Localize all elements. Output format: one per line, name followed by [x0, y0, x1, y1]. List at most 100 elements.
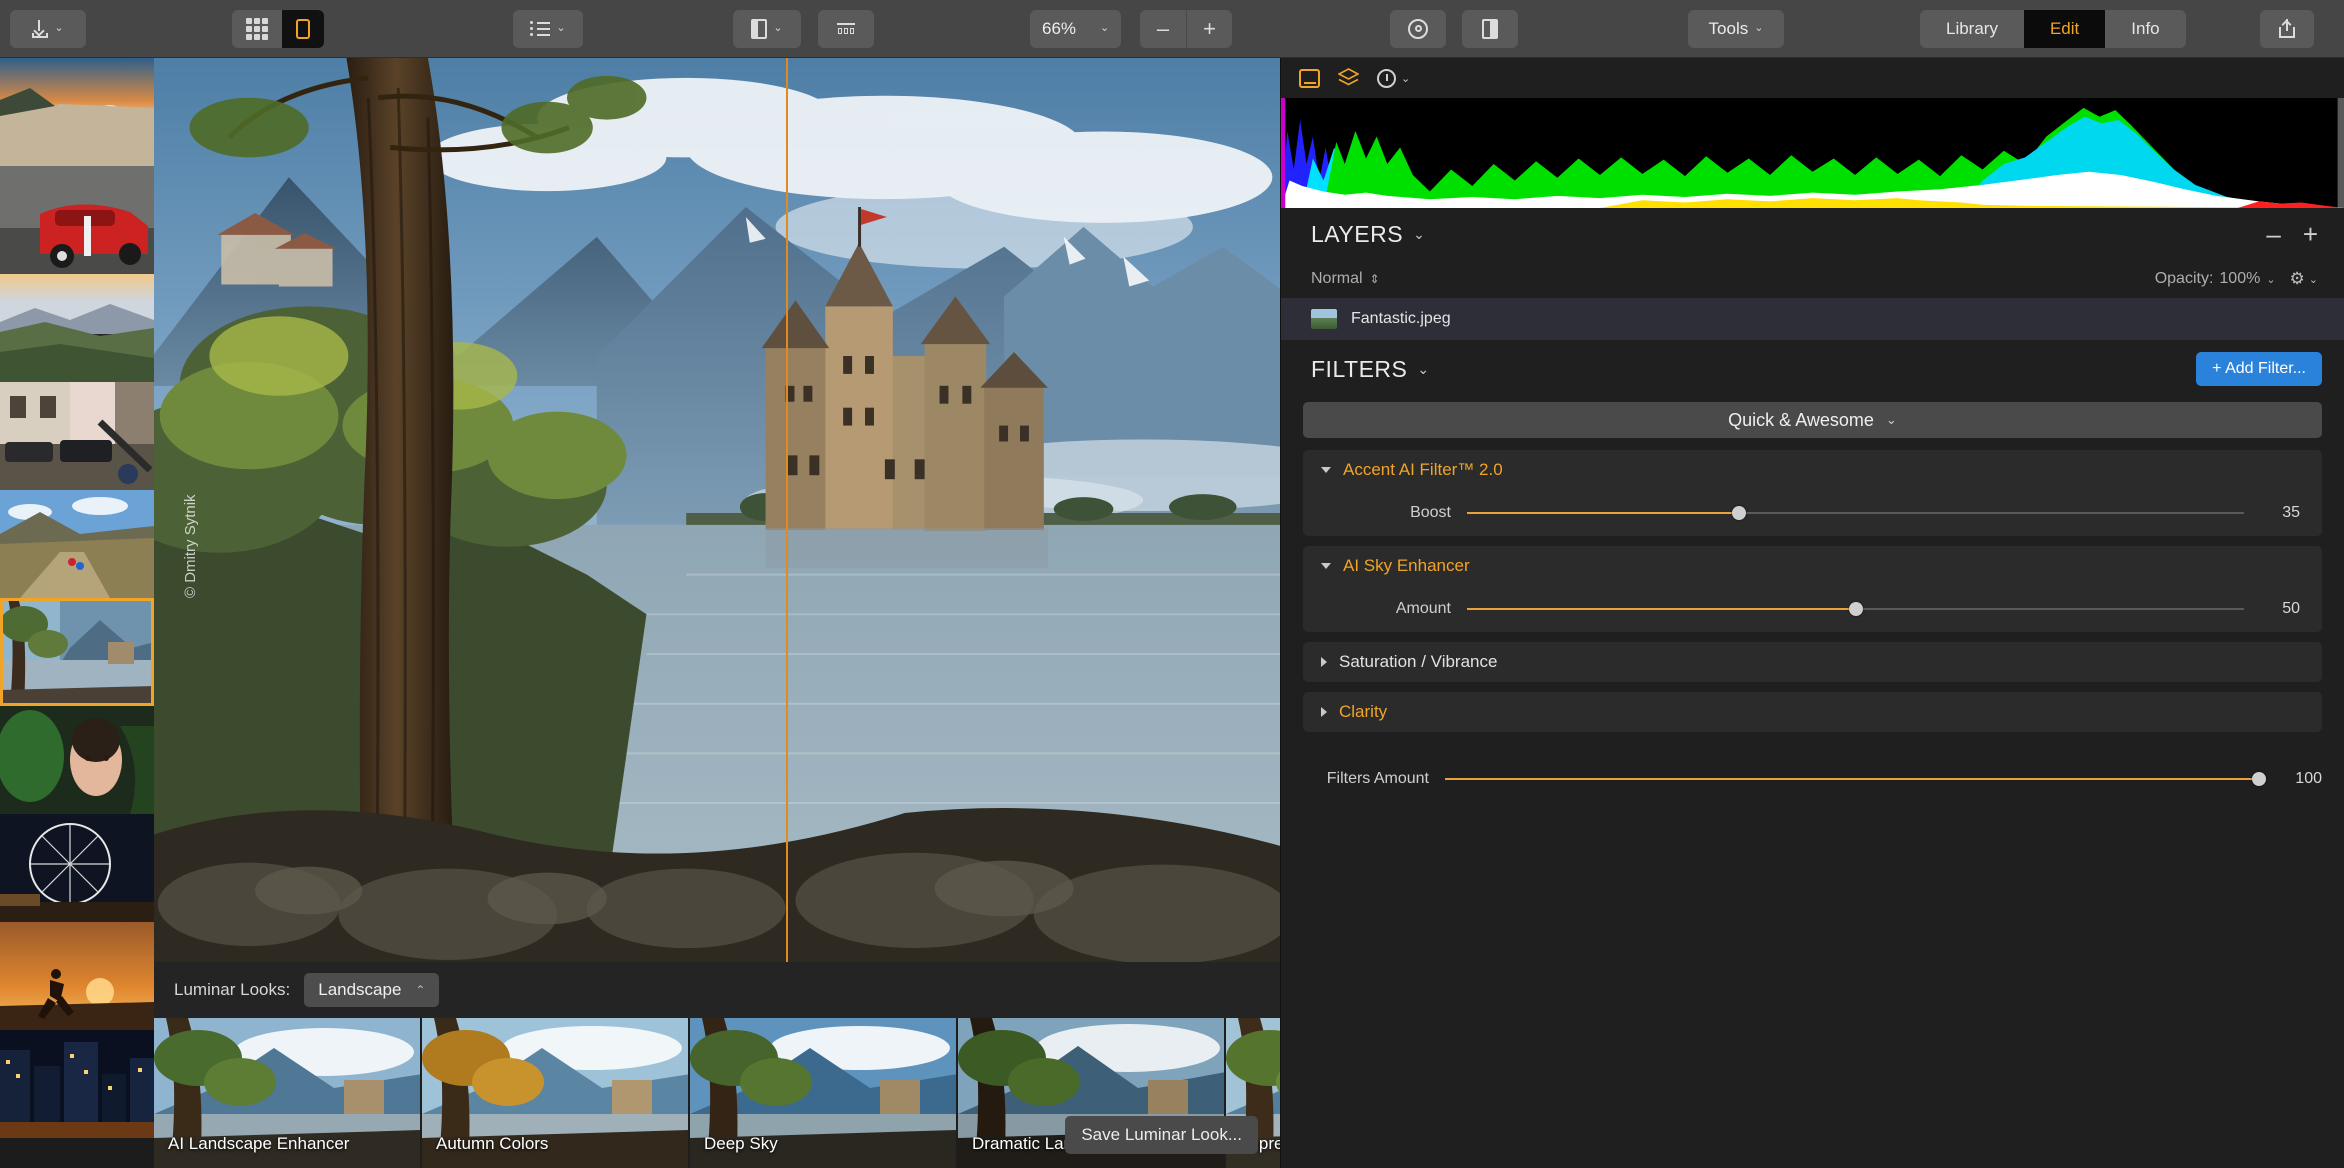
- filter-header-clarity[interactable]: Clarity: [1303, 692, 2322, 732]
- export-button[interactable]: ⌄: [10, 9, 86, 48]
- layer-row-fantastic-jpeg[interactable]: Fantastic.jpeg: [1281, 298, 2344, 340]
- preset-label: Autumn Colors: [436, 1134, 549, 1153]
- slider-label: Boost: [1410, 504, 1451, 521]
- share-export-icon: [2279, 19, 2295, 38]
- download-icon: [32, 19, 49, 38]
- filter-card-accent-ai: Accent AI Filter™ 2.0 Boost 35: [1303, 450, 2322, 536]
- stepper-updown-icon: ⇕: [1369, 272, 1380, 286]
- layers-actions: – +: [2266, 221, 2318, 247]
- panel-mode-icons: ⌄: [1281, 58, 2344, 98]
- histogram-graph: [1281, 98, 2344, 208]
- side-panel-toggle-button[interactable]: ⌄: [733, 9, 801, 48]
- thumbnail-red-car[interactable]: [0, 166, 154, 274]
- thumbnail-street-cyclist[interactable]: [0, 382, 154, 490]
- filters-amount-track[interactable]: [1445, 772, 2266, 786]
- layer-blend-right: Opacity: 100% ⌄ ⚙ ⌄: [2155, 269, 2318, 289]
- compare-button[interactable]: [1462, 9, 1518, 48]
- layers-title[interactable]: LAYERS ⌄: [1311, 221, 1425, 248]
- looks-category-selector[interactable]: Landscape ⌃: [304, 973, 440, 1007]
- save-luminar-look-button[interactable]: Save Luminar Look...: [1065, 1116, 1258, 1154]
- tab-info[interactable]: Info: [2105, 10, 2185, 48]
- preset-deep-sky[interactable]: Deep Sky: [690, 1018, 958, 1168]
- history-clock-icon[interactable]: ⌄: [1377, 68, 1410, 88]
- chevron-up-icon: ⌃: [415, 983, 426, 997]
- filters-title-text: FILTERS: [1311, 355, 1408, 382]
- thumb-art: [0, 274, 154, 382]
- preview-toggle-button[interactable]: [1390, 9, 1446, 48]
- chevron-down-icon: ⌄: [2308, 273, 2318, 286]
- slider-row-amount: Amount 50: [1303, 586, 2322, 632]
- layer-blend-row: Normal ⇕ Opacity: 100% ⌄ ⚙ ⌄: [1281, 260, 2344, 298]
- thumbnail-ferris-wheel[interactable]: [0, 814, 154, 922]
- tab-library[interactable]: Library: [1920, 10, 2024, 48]
- filter-name-label: AI Sky Enhancer: [1343, 556, 1470, 575]
- thumbnail-runner-sunset[interactable]: [0, 922, 154, 1030]
- eye-preview-icon: [1408, 18, 1428, 39]
- view-mode-segment: [232, 9, 324, 48]
- tools-menu-button[interactable]: Tools ⌄: [1688, 9, 1784, 48]
- chevron-down-icon: ⌄: [773, 22, 783, 34]
- slider-knob[interactable]: [2252, 772, 2266, 786]
- filters-amount-label: Filters Amount: [1326, 770, 1429, 787]
- triangle-collapsed-icon: [1321, 657, 1327, 667]
- add-filter-button[interactable]: + Add Filter...: [2196, 352, 2322, 386]
- top-toolbar: ⌄ ⌄ ⌄ 66% ⌄ – + Tools ⌄ Library Edit Inf…: [0, 0, 2344, 58]
- add-layer-button[interactable]: +: [2303, 221, 2318, 247]
- filters-section-header: FILTERS ⌄ + Add Filter...: [1281, 340, 2344, 398]
- preset-ai-landscape-enhancer[interactable]: AI Landscape Enhancer: [154, 1018, 422, 1168]
- thumbnail-castle-lake[interactable]: [0, 598, 154, 706]
- thumbnail-night-city[interactable]: [0, 1030, 154, 1138]
- thumbnail-hiking-trail[interactable]: [0, 490, 154, 598]
- thumbnail-mountain-valley[interactable]: [0, 274, 154, 382]
- share-button[interactable]: [2260, 9, 2314, 48]
- looks-category-value: Landscape: [318, 980, 402, 999]
- filter-card-ai-sky-enhancer: AI Sky Enhancer Amount 50: [1303, 546, 2322, 632]
- preset-label: Deep Sky: [704, 1134, 778, 1153]
- zoom-in-button[interactable]: +: [1186, 9, 1232, 48]
- slider-knob[interactable]: [1731, 506, 1746, 520]
- thumb-art: [0, 814, 154, 922]
- filter-header-saturation-vibrance[interactable]: Saturation / Vibrance: [1303, 642, 2322, 682]
- filter-header-ai-sky-enhancer[interactable]: AI Sky Enhancer: [1303, 546, 2322, 586]
- histogram-icon[interactable]: [1299, 68, 1320, 88]
- zoom-out-button[interactable]: –: [1140, 10, 1186, 48]
- thumbnail-sunset-beach[interactable]: [0, 58, 154, 166]
- thumbnail-portrait-leaf[interactable]: [0, 706, 154, 814]
- slider-track-boost[interactable]: [1467, 506, 2244, 520]
- layer-name-label: Fantastic.jpeg: [1351, 310, 1451, 327]
- chevron-down-icon: ⌄: [1413, 225, 1426, 242]
- filmstrip-toggle-button[interactable]: [818, 9, 874, 48]
- sort-button[interactable]: ⌄: [513, 9, 583, 48]
- filters-title[interactable]: FILTERS ⌄: [1311, 356, 1430, 383]
- looks-preset-strip[interactable]: AI Landscape Enhancer Autumn Colors Deep…: [154, 1018, 1280, 1168]
- sort-list-icon: [530, 21, 551, 36]
- slider-label: Amount: [1395, 600, 1451, 617]
- thumb-art: [0, 490, 154, 598]
- thumb-art: [0, 382, 154, 490]
- layer-settings-button[interactable]: ⚙ ⌄: [2290, 269, 2318, 289]
- layer-opacity-control[interactable]: Opacity: 100% ⌄: [2155, 270, 2276, 288]
- grid-view-button[interactable]: [232, 10, 282, 48]
- zoom-level-selector[interactable]: 66% ⌄: [1030, 9, 1122, 48]
- layers-title-text: LAYERS: [1311, 220, 1404, 247]
- luminar-looks-bar: Luminar Looks: Landscape ⌃: [154, 962, 1280, 1018]
- preset-autumn-colors[interactable]: Autumn Colors: [422, 1018, 690, 1168]
- layers-section-header: LAYERS ⌄ – +: [1281, 208, 2344, 260]
- side-panel-toggle-icon: [751, 18, 768, 39]
- slider-track-amount[interactable]: [1467, 602, 2244, 616]
- thumb-art: [0, 922, 154, 1030]
- slider-knob[interactable]: [1848, 602, 1863, 616]
- image-canvas[interactable]: © Dmitry Sytnik: [154, 58, 1280, 962]
- tab-edit[interactable]: Edit: [2023, 9, 2106, 48]
- before-after-split-handle[interactable]: [786, 58, 788, 962]
- filter-preset-group-selector[interactable]: Quick & Awesome ⌄: [1303, 402, 2322, 438]
- edited-photo: [154, 58, 1280, 962]
- filter-header-accent-ai[interactable]: Accent AI Filter™ 2.0: [1303, 450, 2322, 490]
- single-view-button[interactable]: [282, 9, 324, 48]
- blend-mode-selector[interactable]: Normal ⇕: [1311, 270, 1380, 288]
- remove-layer-button[interactable]: –: [2266, 221, 2280, 247]
- layers-stack-icon[interactable]: [1338, 68, 1359, 88]
- filter-preset-group-value: Quick & Awesome: [1728, 409, 1874, 430]
- filmstrip-panel[interactable]: [0, 58, 154, 1168]
- grid-view-icon: [246, 17, 268, 40]
